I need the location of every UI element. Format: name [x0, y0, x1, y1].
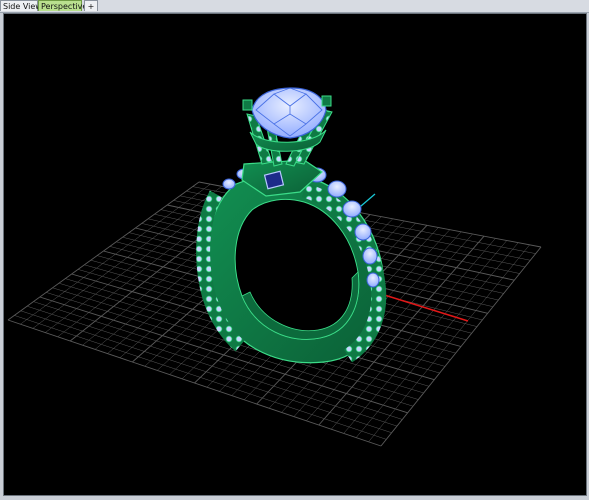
- scene-canvas[interactable]: [4, 14, 588, 497]
- ring-model[interactable]: [196, 87, 387, 364]
- tab-perspective[interactable]: Perspective: [38, 0, 87, 11]
- viewport-tab-bar: Side View Perspective +: [0, 0, 589, 13]
- tab-side-view[interactable]: Side View: [0, 0, 42, 11]
- cad-window: Side View Perspective +: [0, 0, 589, 500]
- add-tab-button[interactable]: +: [84, 0, 98, 11]
- bridge-square-stone: [263, 170, 285, 190]
- plus-icon: +: [87, 2, 95, 11]
- grid-line: [380, 246, 542, 447]
- grid-line: [368, 244, 530, 442]
- perspective-viewport[interactable]: [3, 13, 587, 496]
